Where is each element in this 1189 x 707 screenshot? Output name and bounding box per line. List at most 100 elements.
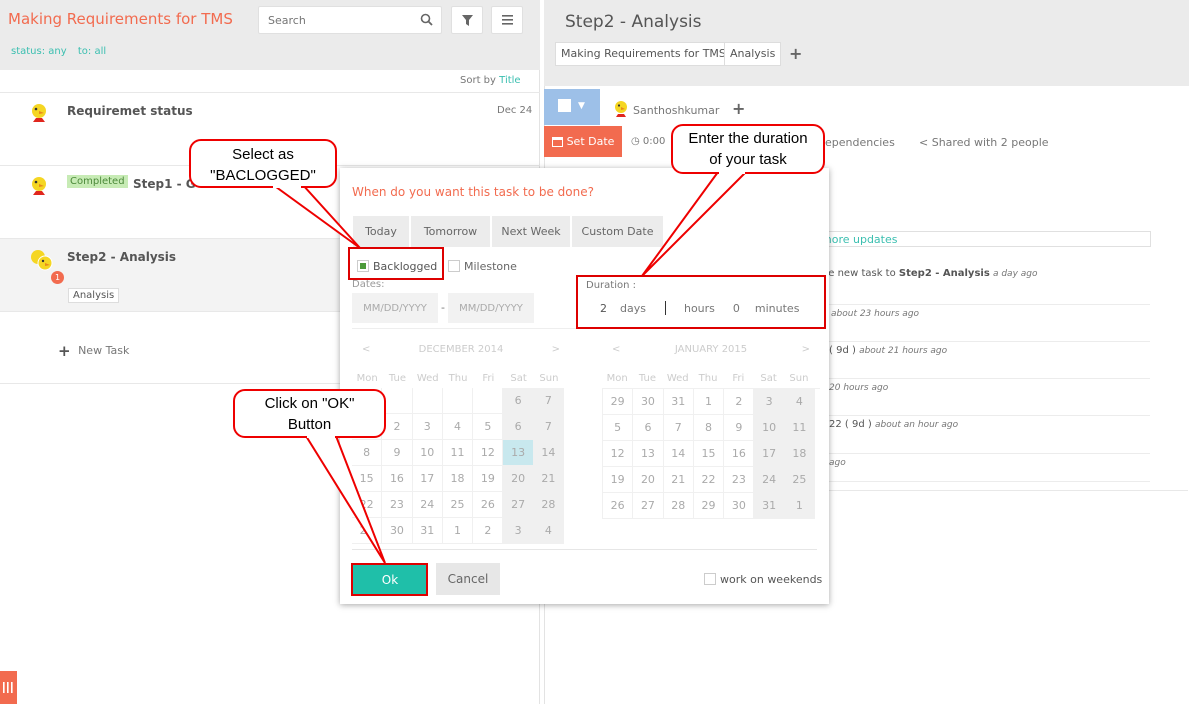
calendar-day[interactable]: 7 (663, 415, 694, 441)
calendar-day[interactable]: 11 (784, 415, 816, 441)
status-filter[interactable]: status: any (11, 46, 67, 57)
calendar-day[interactable]: 21 (663, 467, 694, 493)
calendar-day[interactable]: 15 (693, 441, 725, 467)
update-task-link[interactable]: Step2 - Analysis (899, 268, 990, 279)
dependencies-link[interactable]: dependencies (818, 136, 895, 149)
tab-tomorrow[interactable]: Tomorrow (411, 216, 490, 247)
calendar-day[interactable]: 14 (663, 441, 694, 467)
search-box[interactable] (258, 6, 442, 34)
calendar-day[interactable]: 19 (473, 466, 504, 492)
calendar-day[interactable]: 6 (503, 388, 534, 414)
weekends-option[interactable]: work on weekends (704, 572, 822, 586)
sort-field[interactable]: Title (499, 75, 520, 86)
calendar-day[interactable]: 14 (533, 440, 565, 466)
search-input[interactable] (259, 7, 409, 33)
search-icon[interactable] (420, 13, 433, 29)
prev-month-icon[interactable]: < (612, 344, 620, 355)
calendar-day[interactable]: 30 (633, 389, 664, 415)
calendar-day[interactable]: 8 (352, 440, 383, 466)
calendar-day[interactable]: 3 (503, 518, 534, 544)
calendar-day[interactable]: 12 (603, 441, 634, 467)
end-date-field[interactable]: MM/DD/YYYY (448, 293, 534, 323)
calendar-day[interactable]: 28 (663, 493, 694, 519)
calendar-day[interactable]: 9 (382, 440, 413, 466)
calendar-day[interactable]: 28 (533, 492, 565, 518)
new-task-button[interactable]: + New Task (58, 342, 129, 360)
calendar-day[interactable]: 17 (412, 466, 443, 492)
calendar-day[interactable]: 10 (754, 415, 785, 441)
calendar-day[interactable] (382, 388, 413, 414)
calendar-day[interactable]: 6 (633, 415, 664, 441)
task-tag[interactable]: Analysis (68, 288, 120, 303)
add-assignee-icon[interactable]: + (732, 99, 745, 118)
next-month-icon[interactable]: > (802, 344, 810, 355)
calendar-day[interactable]: 30 (724, 493, 755, 519)
calendar-day[interactable]: 4 (442, 414, 474, 440)
time-tracker[interactable]: ◷ 0:00 (631, 136, 665, 147)
calendar-day[interactable]: 16 (382, 466, 413, 492)
project-title[interactable]: Making Requirements for TMS (8, 10, 233, 28)
calendar-day[interactable]: 9 (724, 415, 755, 441)
calendar-day[interactable]: 2 (724, 389, 755, 415)
calendar-day[interactable]: 7 (533, 388, 565, 414)
breadcrumb-project[interactable]: Making Requirements for TMS (555, 42, 732, 66)
milestone-checkbox[interactable] (448, 260, 460, 272)
calendar-day[interactable]: 19 (603, 467, 634, 493)
calendar-day[interactable]: 27 (633, 493, 664, 519)
more-updates-link[interactable]: more updates (818, 231, 1151, 247)
set-date-button[interactable]: Set Date (544, 126, 622, 157)
prev-month-icon[interactable]: < (362, 344, 370, 355)
calendar-day[interactable]: 1 (693, 389, 725, 415)
calendar-day[interactable]: 25 (442, 492, 474, 518)
calendar-day[interactable]: 2 (382, 414, 413, 440)
calendar-day[interactable]: 5 (473, 414, 504, 440)
tab-today[interactable]: Today (353, 216, 409, 247)
menu-button[interactable] (491, 6, 523, 34)
start-date-field[interactable]: MM/DD/YYYY (352, 293, 438, 323)
cancel-button[interactable]: Cancel (436, 563, 500, 595)
next-month-icon[interactable]: > (552, 344, 560, 355)
filter-button[interactable] (451, 6, 483, 34)
calendar-day[interactable]: 30 (382, 518, 413, 544)
tab-custom-date[interactable]: Custom Date (572, 216, 663, 247)
weekends-checkbox[interactable] (704, 573, 716, 585)
calendar-day[interactable]: 26 (473, 492, 504, 518)
calendar-day[interactable]: 1 (442, 518, 474, 544)
calendar-day[interactable]: 5 (603, 415, 634, 441)
shared-link[interactable]: < Shared with 2 people (919, 136, 1049, 149)
calendar-day[interactable]: 29 (693, 493, 725, 519)
calendar-day[interactable]: 16 (724, 441, 755, 467)
calendar-day[interactable]: 13 (503, 440, 534, 466)
sidebar-toggle[interactable] (0, 671, 17, 704)
calendar-day[interactable]: 10 (412, 440, 443, 466)
calendar-day[interactable] (412, 388, 443, 414)
calendar-day[interactable]: 1 (784, 493, 816, 519)
calendar-day[interactable]: 21 (533, 466, 565, 492)
calendar-day[interactable]: 23 (382, 492, 413, 518)
calendar-day[interactable]: 22 (693, 467, 725, 493)
calendar-day[interactable]: 4 (784, 389, 816, 415)
calendar-day[interactable]: 3 (412, 414, 443, 440)
task-heading[interactable]: Step2 - Analysis (565, 12, 702, 32)
assignee-name[interactable]: Santhoshkumar (633, 104, 719, 117)
calendar-day[interactable]: 20 (633, 467, 664, 493)
calendar-day[interactable]: 2 (473, 518, 504, 544)
calendar-day[interactable]: 24 (754, 467, 785, 493)
calendar-day[interactable]: 20 (503, 466, 534, 492)
calendar-day[interactable]: 27 (503, 492, 534, 518)
calendar-day[interactable] (473, 388, 504, 414)
calendar-day[interactable]: 12 (473, 440, 504, 466)
calendar-day[interactable]: 13 (633, 441, 664, 467)
calendar-day[interactable] (442, 388, 474, 414)
breadcrumb-tag[interactable]: Analysis (724, 42, 782, 66)
calendar-day[interactable]: 24 (412, 492, 443, 518)
add-tag-icon[interactable]: + (789, 44, 802, 63)
calendar-day[interactable]: 31 (754, 493, 785, 519)
calendar-day[interactable]: 4 (533, 518, 565, 544)
status-select[interactable]: ▼ (544, 89, 600, 125)
calendar-day[interactable]: 26 (603, 493, 634, 519)
calendar-day[interactable]: 31 (412, 518, 443, 544)
calendar-day[interactable]: 8 (693, 415, 725, 441)
calendar-day[interactable]: 6 (503, 414, 534, 440)
milestone-option[interactable]: Milestone (448, 259, 517, 273)
